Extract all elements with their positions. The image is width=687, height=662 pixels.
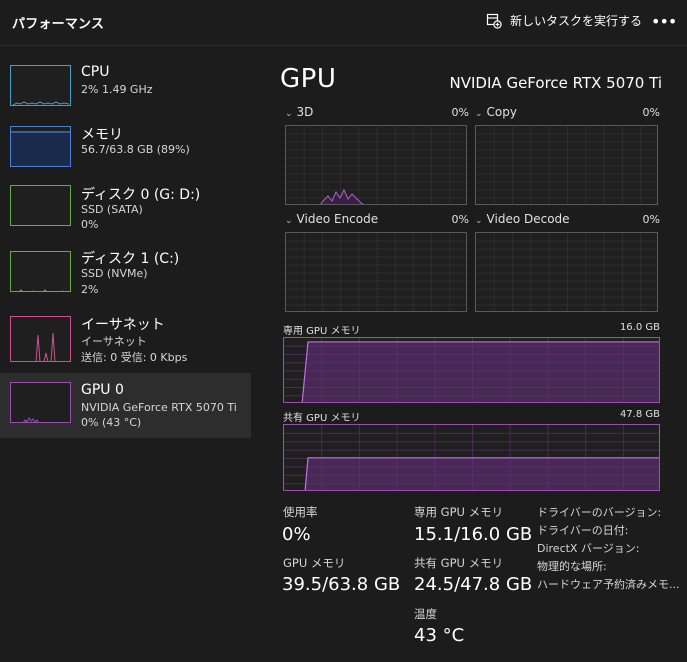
engine-selector-video-encode[interactable]: ⌄ Video Encode <box>285 212 378 226</box>
sidebar-item-detail: NVIDIA GeForce RTX 5070 Ti <box>81 401 237 414</box>
sidebar-item-memory[interactable]: メモリ 56.7/63.8 GB (89%) <box>0 124 251 188</box>
shared-memory-graph <box>283 424 660 491</box>
directx-version-label: DirectX バージョン: <box>537 542 640 555</box>
engine-graph-copy <box>475 125 658 205</box>
sidebar-item-detail: SSD (NVMe) <box>81 267 148 280</box>
engine-graph-3d <box>285 125 467 205</box>
ethernet-thumbnail-graph <box>10 316 71 362</box>
run-new-task-button[interactable]: 新しいタスクを実行する <box>486 12 642 29</box>
sidebar-item-label: メモリ <box>81 127 123 143</box>
shared-memory-label: 共有 GPU メモリ <box>283 413 361 424</box>
engine-label: Video Encode <box>296 212 379 226</box>
chevron-down-icon: ⌄ <box>475 109 483 119</box>
chevron-down-icon: ⌄ <box>285 216 293 226</box>
driver-date-label: ドライバーの日付: <box>537 524 629 537</box>
sidebar-item-label: GPU 0 <box>81 382 124 398</box>
run-new-task-label: 新しいタスクを実行する <box>510 14 643 28</box>
chevron-down-icon: ⌄ <box>285 109 293 119</box>
gpu-heading: GPU <box>280 64 337 94</box>
dedicated-memory-label: 専用 GPU メモリ <box>283 326 361 337</box>
engine-percent: 0% <box>451 213 469 226</box>
disk0-thumbnail-graph <box>10 185 71 226</box>
engine-percent: 0% <box>642 213 660 226</box>
sidebar-item-detail: 2% <box>81 283 99 296</box>
engine-selector-video-decode[interactable]: ⌄ Video Decode <box>475 212 570 226</box>
temperature-label: 温度 <box>414 607 437 621</box>
engine-selector-3d[interactable]: ⌄ 3D <box>285 105 313 119</box>
utilization-value: 0% <box>282 524 311 545</box>
engine-label: 3D <box>296 105 314 119</box>
engine-percent: 0% <box>451 106 469 119</box>
sidebar-item-cpu[interactable]: CPU 2% 1.49 GHz <box>0 59 251 123</box>
gpu-thumbnail-graph <box>10 382 71 423</box>
engine-graph-video-decode <box>475 232 658 312</box>
sidebar-item-detail: 2% 1.49 GHz <box>81 83 153 96</box>
sidebar-item-detail: 56.7/63.8 GB (89%) <box>81 143 190 156</box>
dedicated-stat-value: 15.1/16.0 GB <box>414 524 533 545</box>
dedicated-memory-graph <box>283 337 660 403</box>
sidebar-item-gpu-0[interactable]: GPU 0 NVIDIA GeForce RTX 5070 Ti 0% (43 … <box>0 373 251 438</box>
disk1-thumbnail-graph <box>10 251 71 292</box>
driver-version-label: ドライバーのバージョン: <box>537 506 662 519</box>
sidebar-item-disk-0[interactable]: ディスク 0 (G: D:) SSD (SATA) 0% <box>0 184 251 248</box>
sidebar-item-label: CPU <box>81 64 110 80</box>
sidebar-item-detail: 0% <box>81 218 99 231</box>
engine-label: Video Decode <box>486 212 570 226</box>
engine-label: Copy <box>486 105 517 119</box>
dedicated-memory-capacity: 16.0 GB <box>619 322 660 333</box>
sidebar-item-disk-1[interactable]: ディスク 1 (C:) SSD (NVMe) 2% <box>0 250 251 314</box>
physical-location-label: 物理的な場所: <box>537 560 607 573</box>
sidebar-item-label: ディスク 1 (C:) <box>81 251 180 267</box>
gpu-memory-value: 39.5/63.8 GB <box>282 574 401 595</box>
hardware-reserved-label: ハードウェア予約済みメモ... <box>537 578 680 591</box>
chevron-down-icon: ⌄ <box>475 216 483 226</box>
engine-percent: 0% <box>642 106 660 119</box>
new-task-icon <box>486 13 502 29</box>
shared-memory-capacity: 47.8 GB <box>619 409 660 420</box>
temperature-value: 43 °C <box>414 625 465 646</box>
sidebar-item-label: イーサネット <box>81 317 165 333</box>
shared-stat-label: 共有 GPU メモリ <box>414 556 504 570</box>
gpu-memory-label: GPU メモリ <box>283 556 346 570</box>
sidebar-item-label: ディスク 0 (G: D:) <box>81 187 201 203</box>
sidebar-item-ethernet[interactable]: イーサネット イーサネット 送信: 0 受信: 0 Kbps <box>0 316 251 380</box>
shared-stat-value: 24.5/47.8 GB <box>414 574 533 595</box>
engine-selector-copy[interactable]: ⌄ Copy <box>475 105 517 119</box>
engine-graph-video-encode <box>285 232 467 312</box>
sidebar: CPU 2% 1.49 GHz メモリ 56.7/63.8 GB (89%) デ… <box>0 47 251 662</box>
sidebar-item-detail: 0% (43 °C) <box>81 416 142 429</box>
header-bar: パフォーマンス 新しいタスクを実行する ••• <box>0 0 687 46</box>
gpu-model-name: NVIDIA GeForce RTX 5070 Ti <box>449 74 662 92</box>
page-title: パフォーマンス <box>12 17 105 32</box>
cpu-thumbnail-graph <box>10 65 71 106</box>
sidebar-item-detail: SSD (SATA) <box>81 203 143 216</box>
dedicated-stat-label: 専用 GPU メモリ <box>414 505 504 519</box>
memory-thumbnail-graph <box>10 126 71 167</box>
sidebar-item-detail: イーサネット <box>81 335 147 348</box>
sidebar-item-detail: 送信: 0 受信: 0 Kbps <box>81 351 188 364</box>
utilization-label: 使用率 <box>283 505 318 519</box>
more-options-icon[interactable]: ••• <box>651 12 677 32</box>
